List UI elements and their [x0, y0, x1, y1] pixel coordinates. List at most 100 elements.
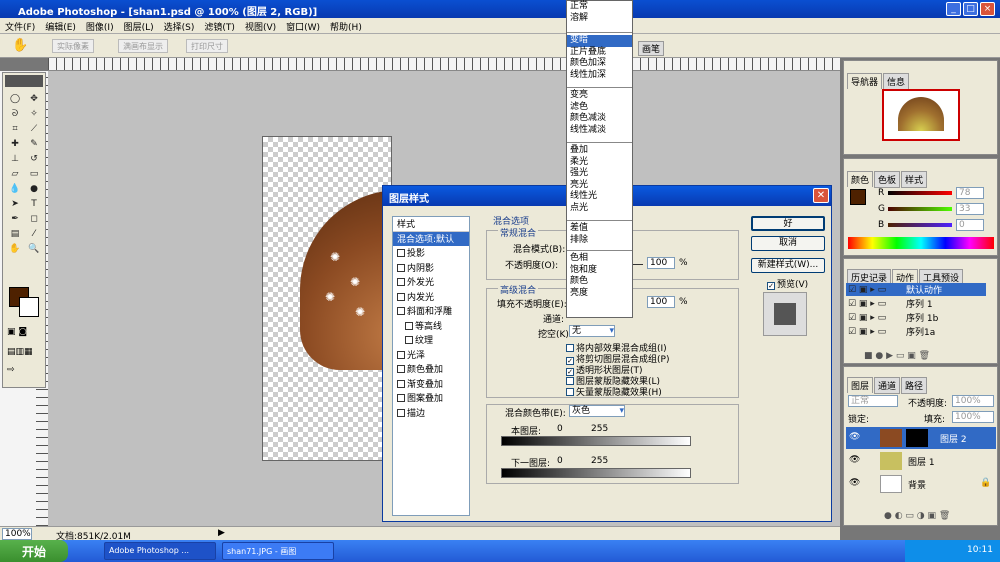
green-slider[interactable]	[888, 207, 952, 211]
navigator-thumbnail[interactable]	[882, 89, 960, 141]
tab-navigator[interactable]: 导航器	[847, 73, 883, 89]
close-button[interactable]: ×	[980, 2, 995, 16]
action-toggle-icons[interactable]: ☑ ▣ ▸ ▭ ☑ ▣ ▸ ▭ ☑ ▣ ▸ ▭ ☑ ▣ ▸ ▭	[848, 283, 896, 339]
mode-screen[interactable]: 滤色	[567, 102, 632, 114]
tab-paths[interactable]: 路径	[901, 377, 928, 394]
taskbar-photoshop[interactable]: Adobe Photoshop ...	[104, 542, 216, 560]
gradient-tool-icon[interactable]: ▭	[26, 167, 42, 181]
new-style-button[interactable]: 新建样式(W)...	[751, 258, 825, 273]
tab-color[interactable]: 颜色	[847, 171, 874, 187]
healing-brush-icon[interactable]: ✚	[7, 137, 23, 151]
brush-tool-icon[interactable]: ✎	[26, 137, 42, 151]
knockout-select[interactable]: 无 ▾	[569, 325, 615, 337]
layer-fill-value[interactable]: 100%	[952, 411, 994, 423]
style-satin[interactable]: 光泽	[393, 348, 469, 363]
blend-if-select[interactable]: 灰色 ▾	[569, 405, 625, 417]
minimize-button[interactable]: _	[946, 2, 961, 16]
style-contour[interactable]: 等高线	[393, 319, 469, 334]
eyedropper-icon[interactable]: ⁄	[26, 227, 42, 241]
layer-row[interactable]: 👁 图层 2	[846, 427, 996, 449]
print-size-button[interactable]: 打印尺寸	[186, 39, 228, 53]
mode-luminosity[interactable]: 亮度	[567, 288, 632, 300]
mode-color[interactable]: 颜色	[567, 276, 632, 288]
tab-styles[interactable]: 样式	[901, 171, 928, 188]
taskbar-paint[interactable]: shan71.JPG - 画图	[222, 542, 334, 560]
green-value[interactable]: 33	[956, 203, 984, 215]
mode-linear-light[interactable]: 线性光	[567, 191, 632, 203]
mode-darken[interactable]: 变暗	[567, 35, 632, 47]
this-layer-gradient[interactable]	[501, 436, 691, 446]
move-tool-icon[interactable]: ✥	[26, 92, 42, 106]
path-select-icon[interactable]: ➤	[7, 197, 23, 211]
brushes-tab[interactable]: 画笔	[638, 41, 665, 56]
menu-filter[interactable]: 滤镜(T)	[199, 18, 240, 33]
red-value[interactable]: 78	[956, 187, 984, 199]
preview-check[interactable]: ✓ 预览(V)	[767, 277, 808, 290]
eye-icon[interactable]: 👁	[849, 432, 860, 442]
mode-vivid-light[interactable]: 亮光	[567, 180, 632, 192]
menu-edit[interactable]: 编辑(E)	[40, 18, 81, 33]
mode-difference[interactable]: 差值	[567, 223, 632, 235]
hand-tool-box-icon[interactable]: ✋	[7, 242, 23, 256]
style-stroke[interactable]: 描边	[393, 406, 469, 421]
lasso-tool-icon[interactable]: ᘐ	[7, 107, 23, 121]
notes-tool-icon[interactable]: ▤	[7, 227, 23, 241]
hand-tool-icon[interactable]: ✋	[12, 38, 28, 53]
mode-saturation[interactable]: 饱和度	[567, 265, 632, 277]
stamp-tool-icon[interactable]: ⊥	[7, 152, 23, 166]
style-list-header[interactable]: 样式	[393, 217, 469, 232]
layer-controls-icons[interactable]: ● ◐ ▭ ◑ ▣ 🗑	[884, 511, 950, 521]
layer-blend-select[interactable]: 正常	[848, 395, 898, 407]
style-bevel-emboss[interactable]: 斜面和浮雕	[393, 304, 469, 319]
background-color-swatch[interactable]	[19, 297, 39, 317]
layer-row[interactable]: 👁 背景 🔒	[846, 473, 996, 495]
menu-window[interactable]: 窗口(W)	[281, 18, 325, 33]
menu-view[interactable]: 视图(V)	[240, 18, 281, 33]
menu-layer[interactable]: 图层(L)	[119, 18, 159, 33]
menu-file[interactable]: 文件(F)	[0, 18, 40, 33]
jump-to-imageready-icon[interactable]: ⇨	[7, 365, 43, 379]
zoom-tool-icon[interactable]: 🔍	[26, 242, 42, 256]
blue-slider[interactable]	[888, 223, 952, 227]
status-arrow-icon[interactable]: ▶	[218, 528, 225, 538]
actual-pixels-button[interactable]: 实际像素	[52, 39, 94, 53]
menu-image[interactable]: 图像(I)	[81, 18, 119, 33]
mode-lighten[interactable]: 变亮	[567, 90, 632, 102]
cancel-button[interactable]: 取消	[751, 236, 825, 251]
style-texture[interactable]: 纹理	[393, 333, 469, 348]
color-ramp[interactable]	[848, 237, 994, 249]
panel-foreground-swatch[interactable]	[850, 189, 866, 205]
eye-icon[interactable]: 👁	[849, 478, 860, 488]
mode-pin-light[interactable]: 点光	[567, 203, 632, 215]
mode-hard-light[interactable]: 强光	[567, 168, 632, 180]
eraser-tool-icon[interactable]: ▱	[7, 167, 23, 181]
ok-button[interactable]: 好	[751, 216, 825, 231]
mode-linear-dodge[interactable]: 线性减淡	[567, 125, 632, 137]
quick-mask-icons[interactable]: ▣ ◙	[7, 327, 43, 341]
style-inner-glow[interactable]: 内发光	[393, 290, 469, 305]
shape-tool-icon[interactable]: ◻	[26, 212, 42, 226]
style-pattern-overlay[interactable]: 图案叠加	[393, 391, 469, 406]
mode-normal[interactable]: 正常	[567, 1, 632, 13]
style-gradient-overlay[interactable]: 渐变叠加	[393, 377, 469, 392]
crop-tool-icon[interactable]: ⌗	[7, 122, 23, 136]
layer-opacity-value[interactable]: 100%	[952, 395, 994, 407]
tab-channels[interactable]: 通道	[874, 377, 901, 394]
maximize-button[interactable]: □	[963, 2, 978, 16]
action-controls-icons[interactable]: ■ ● ▶ ▭ ▣ 🗑	[864, 351, 930, 361]
style-outer-glow[interactable]: 外发光	[393, 275, 469, 290]
underlying-layer-gradient[interactable]	[501, 468, 691, 478]
style-drop-shadow[interactable]: 投影	[393, 246, 469, 261]
fill-opacity-input[interactable]: 100	[647, 296, 675, 308]
vector-mask-hides-check[interactable]: 矢量蒙版隐藏效果(H)	[566, 385, 662, 398]
marquee-tool-icon[interactable]: ◯	[7, 92, 23, 106]
type-tool-icon[interactable]: T	[26, 197, 42, 211]
red-slider[interactable]	[888, 191, 952, 195]
dialog-close-button[interactable]: ✕	[813, 188, 829, 203]
eye-icon[interactable]: 👁	[849, 455, 860, 465]
tab-info[interactable]: 信息	[883, 73, 910, 90]
mode-dissolve[interactable]: 溶解	[567, 13, 632, 25]
fit-screen-button[interactable]: 满画布显示	[118, 39, 168, 53]
style-color-overlay[interactable]: 颜色叠加	[393, 362, 469, 377]
dodge-tool-icon[interactable]: ●	[26, 182, 42, 196]
